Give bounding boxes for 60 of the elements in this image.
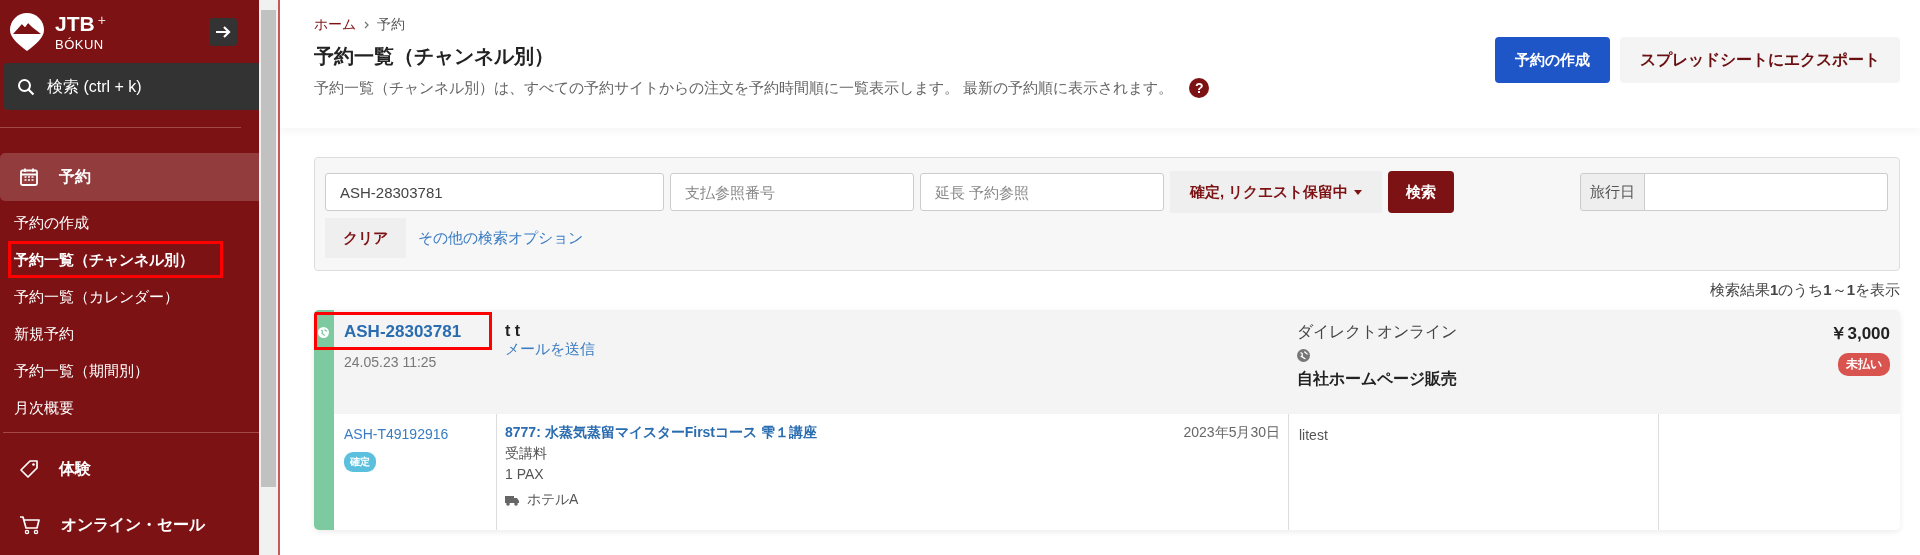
customer-name: t t	[505, 322, 522, 340]
cart-icon	[19, 515, 41, 535]
scrollbar-thumb[interactable]	[261, 10, 276, 487]
calendar-icon	[19, 167, 39, 187]
truck-icon	[505, 494, 519, 506]
scrollbar[interactable]	[259, 0, 280, 555]
status-badge: 確定	[344, 452, 376, 472]
help-button[interactable]: ?	[1189, 78, 1210, 98]
tag-icon	[19, 459, 39, 479]
clear-button[interactable]: クリア	[325, 218, 406, 258]
nav-item[interactable]: 予約一覧（期間別）	[0, 352, 259, 389]
search-field[interactable]: 検索 (ctrl + k)	[3, 63, 259, 110]
nav-item[interactable]: 予約一覧（チャンネル別）	[8, 241, 223, 278]
table-cell: litest	[1299, 427, 1328, 443]
product-link[interactable]: 8777: 水蒸気蒸留マイスターFirstコース 雫１講座	[505, 424, 817, 442]
travel-date-label: 旅行日	[1580, 173, 1645, 211]
export-button[interactable]: スプレッドシートにエクスポート	[1620, 37, 1900, 83]
search-icon	[17, 78, 35, 96]
nav-section-item[interactable]: 予約	[0, 153, 259, 201]
payment-reference-field[interactable]: 支払参照番号	[670, 173, 914, 211]
booking-reference-field[interactable]: ASH-28303781	[325, 173, 664, 211]
brand-plus: +	[97, 12, 106, 27]
more-search-options-link[interactable]: その他の検索オプション	[418, 228, 583, 248]
collapse-button[interactable]	[209, 17, 237, 46]
nav-section-item[interactable]: オンライン・セール	[0, 501, 259, 549]
booking-price: ￥3,000	[1830, 323, 1890, 345]
mountain-pin-logo-icon	[9, 11, 45, 52]
travel-date-field[interactable]	[1645, 173, 1888, 211]
create-booking-button[interactable]: 予約の作成	[1495, 37, 1610, 83]
results-summary: 検索結果1のうち1～1を表示	[1709, 281, 1900, 300]
send-email-link[interactable]: メールを送信	[505, 340, 1297, 359]
nav-item[interactable]: 月次概要	[0, 389, 259, 426]
rate-name: 受講料	[505, 445, 548, 463]
nav-item[interactable]: 新規予約	[0, 315, 259, 352]
brand-name: JTB	[55, 12, 95, 34]
product-date: 2023年5月30日	[1183, 424, 1280, 442]
booking-id-link[interactable]: ASH-28303781	[344, 322, 497, 342]
brand-subtitle: BÓKUN	[55, 37, 105, 51]
nav-item[interactable]: 予約一覧（カレンダー）	[0, 278, 259, 315]
channel-name: ダイレクトオンライン	[1297, 322, 1457, 342]
payment-status-badge: 未払い	[1838, 353, 1890, 376]
page-title: 予約一覧（チャンネル別）	[314, 44, 555, 69]
breadcrumb-link[interactable]: ホーム	[314, 16, 356, 34]
page-description: 予約一覧（チャンネル別）は、すべての予約サイトからの注文を予約時間順に一覧表示します。 最新の予約順に表示されます。	[314, 78, 1174, 98]
arrow-right-icon	[215, 24, 231, 39]
globe-icon	[318, 327, 329, 338]
channel-label: 自社ホームページ販売	[1297, 369, 1457, 389]
pickup-location: ホテルA	[527, 491, 579, 509]
nav-item[interactable]: 予約の作成	[0, 204, 259, 241]
nav-section-item[interactable]: 体験	[0, 445, 259, 493]
booking-created-date: 24.05.23 11:25	[344, 354, 438, 370]
external-reference-field[interactable]: 延長 予約参照	[920, 173, 1164, 211]
caret-icon	[1354, 189, 1363, 195]
status-dropdown[interactable]: 確定, リクエスト保留中	[1170, 171, 1383, 213]
pax-count: 1 PAX	[505, 466, 545, 482]
item-id-link[interactable]: ASH-T49192916	[344, 426, 449, 442]
chevron-right-icon	[364, 21, 369, 29]
search-button[interactable]: 検索	[1388, 171, 1455, 213]
globe-icon	[1297, 349, 1310, 362]
breadcrumb-current: 予約	[377, 16, 405, 34]
